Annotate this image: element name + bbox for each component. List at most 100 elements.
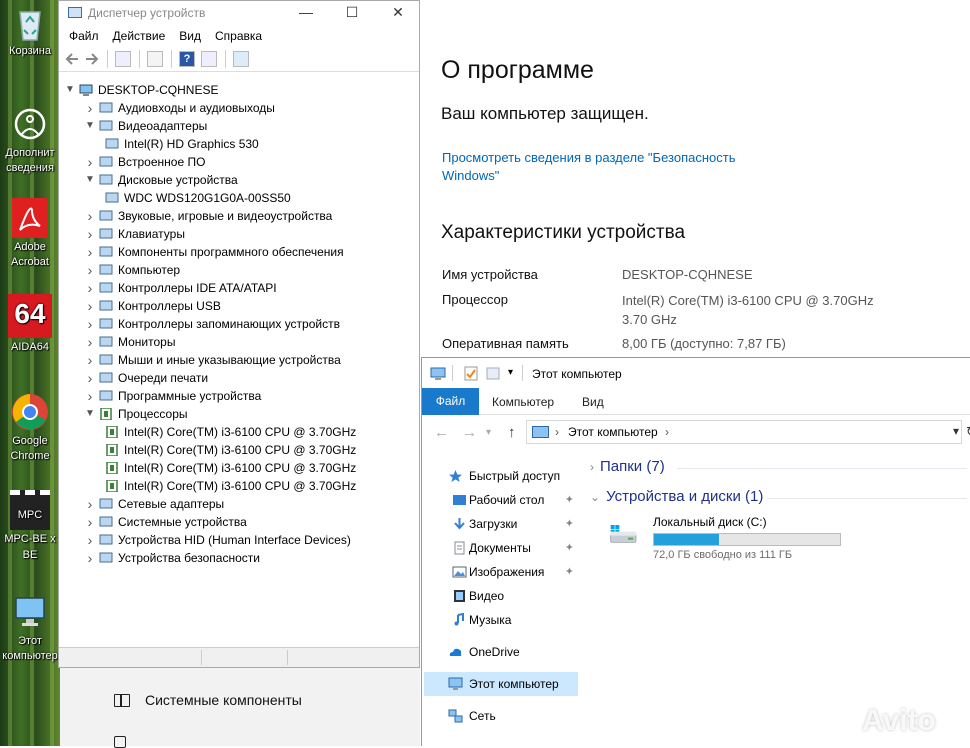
properties-icon[interactable] [115,51,131,67]
chevron-right-icon[interactable]: › [85,243,95,261]
hid-icon [99,534,113,545]
desktop-background: Корзина Дополнит сведения Adobe Acrobat … [0,0,60,746]
new-folder-icon[interactable] [486,366,500,381]
chevron-right-icon[interactable]: › [85,351,95,369]
scan-hardware-icon[interactable] [233,51,249,67]
chevron-down-icon[interactable]: ▼ [85,171,95,189]
chevron-right-icon[interactable]: › [85,513,95,531]
refresh-icon[interactable]: ↻ [966,424,970,440]
hard-drive-icon [610,525,637,543]
chevron-right-icon[interactable]: › [85,549,95,567]
desktop-icon-adobe-acrobat[interactable]: Adobe Acrobat [0,198,60,270]
breadcrumb-chevron-icon[interactable]: › [665,425,669,439]
list-view-icon[interactable] [147,51,163,67]
breadcrumb[interactable]: Этот компьютер [568,425,658,439]
nav-item-label: Этот компьютер [469,677,559,691]
keyboard-icon [99,228,113,239]
desktop-icon-chrome[interactable]: Google Chrome [0,392,60,464]
spec-value-device-name: DESKTOP-CQHNESE [622,267,753,282]
tab-computer[interactable]: Компьютер [492,395,554,409]
back-arrow-icon[interactable]: ← [434,424,449,441]
nav-item-desktop-folder[interactable]: Рабочий стол ✦ [424,488,578,512]
chevron-right-icon[interactable]: › [85,315,95,333]
recycle-bin-icon [19,11,41,41]
group-header-folders[interactable]: › Папки (7) [590,458,665,475]
chevron-right-icon[interactable]: › [85,279,95,297]
menu-help[interactable]: Справка [208,26,269,46]
pin-icon[interactable]: ✦ [565,536,574,560]
close-button[interactable]: ✕ [375,1,421,26]
chevron-right-icon[interactable]: › [85,297,95,315]
help-icon[interactable]: ? [179,51,195,67]
pin-icon[interactable]: ✦ [565,560,574,584]
spec-label-device-name: Имя устройства [442,267,538,282]
desktop-icon-recycle-bin[interactable]: Корзина [0,2,60,59]
chevron-down-icon[interactable]: ▼ [85,117,95,135]
menu-action[interactable]: Действие [106,26,173,46]
tab-view[interactable]: Вид [582,395,604,409]
toolbar-separator [522,365,523,381]
breadcrumb-chevron-icon[interactable]: › [555,425,559,439]
desktop-icon-this-pc[interactable]: Этот компьютер [0,592,60,664]
up-arrow-icon[interactable]: ↑ [508,424,516,441]
pin-icon[interactable]: ✦ [565,512,574,536]
minimize-button[interactable]: — [283,1,329,26]
settings-item-system-components[interactable]: Системные компоненты [145,692,302,708]
sound-icon [99,210,113,221]
chevron-right-icon[interactable]: › [85,261,95,279]
desktop-icon-label: Google [12,435,48,447]
group-header-devices[interactable]: ⌄ Устройства и диски (1) [590,488,763,505]
chevron-right-icon[interactable]: › [85,369,95,387]
maximize-button[interactable]: ☐ [329,1,375,26]
menu-view[interactable]: Вид [172,26,208,46]
pin-icon[interactable]: ✦ [565,488,574,512]
desktop-icon-mpc-be[interactable]: MPC BE MPC-BE x [0,490,60,561]
nav-item-video[interactable]: Видео [424,584,578,608]
system-components-icon [114,694,130,707]
onedrive-icon [449,648,462,656]
forward-arrow-icon[interactable] [85,52,99,66]
tree-item-label: Программные устройства [118,389,262,403]
chrome-icon [12,394,48,430]
nav-item-this-pc[interactable]: Этот компьютер [424,672,578,696]
chevron-right-icon[interactable]: › [85,207,95,225]
nav-item-star[interactable]: Быстрый доступ [424,464,578,488]
tab-file[interactable]: Файл [422,388,479,415]
chevron-right-icon[interactable]: › [85,333,95,351]
nav-item-download[interactable]: Загрузки ✦ [424,512,578,536]
menu-file[interactable]: Файл [62,26,106,46]
title-bar[interactable]: Диспетчер устройств — ☐ ✕ [59,1,419,26]
properties-check-icon[interactable] [464,366,478,381]
chevron-right-icon[interactable]: › [85,153,95,171]
back-arrow-icon[interactable] [65,52,79,66]
window-title: Диспетчер устройств [88,6,206,20]
expand-arrow-icon[interactable]: ▼ [65,81,75,99]
customize-dropdown-icon[interactable]: ▾ [508,367,513,378]
desktop-icon-label: MPC-BE x [4,533,56,545]
chevron-right-icon[interactable]: › [85,225,95,243]
desktop-icon-aida64[interactable]: 64 AIDA64 [0,294,60,355]
chevron-right-icon[interactable]: › [85,495,95,513]
address-bar[interactable]: › Этот компьютер › ▾ [526,420,962,444]
display-adapter-icon [105,138,119,149]
desktop-icon-info[interactable]: Дополнит сведения [0,104,60,176]
drive-item-c[interactable]: Локальный диск (C:) 72,0 ГБ свободно из … [602,512,862,564]
nav-item-pictures[interactable]: Изображения ✦ [424,560,578,584]
chevron-right-icon[interactable]: › [85,99,95,117]
chevron-right-icon[interactable]: › [85,531,95,549]
nav-item-documents[interactable]: Документы ✦ [424,536,578,560]
address-dropdown-icon[interactable]: ▾ [953,424,959,438]
nav-item-music[interactable]: Музыка [424,608,578,632]
chevron-down-icon[interactable]: ▼ [85,405,95,423]
grid-view-icon[interactable] [201,51,217,67]
nav-item-onedrive[interactable]: OneDrive [424,640,578,664]
security-link[interactable]: Просмотреть сведения в разделе "Безопасн… [442,149,782,185]
recent-dropdown-icon[interactable]: ▾ [486,427,491,438]
nav-item-network[interactable]: Сеть [424,704,578,728]
chevron-right-icon[interactable]: › [85,387,95,405]
drive-usage-fill [654,534,720,545]
tree-item-label: Мыши и иные указывающие устройства [118,353,341,367]
tree-item-label: Очереди печати [118,371,209,385]
forward-arrow-icon[interactable]: → [462,424,477,441]
computer-icon [99,264,113,275]
